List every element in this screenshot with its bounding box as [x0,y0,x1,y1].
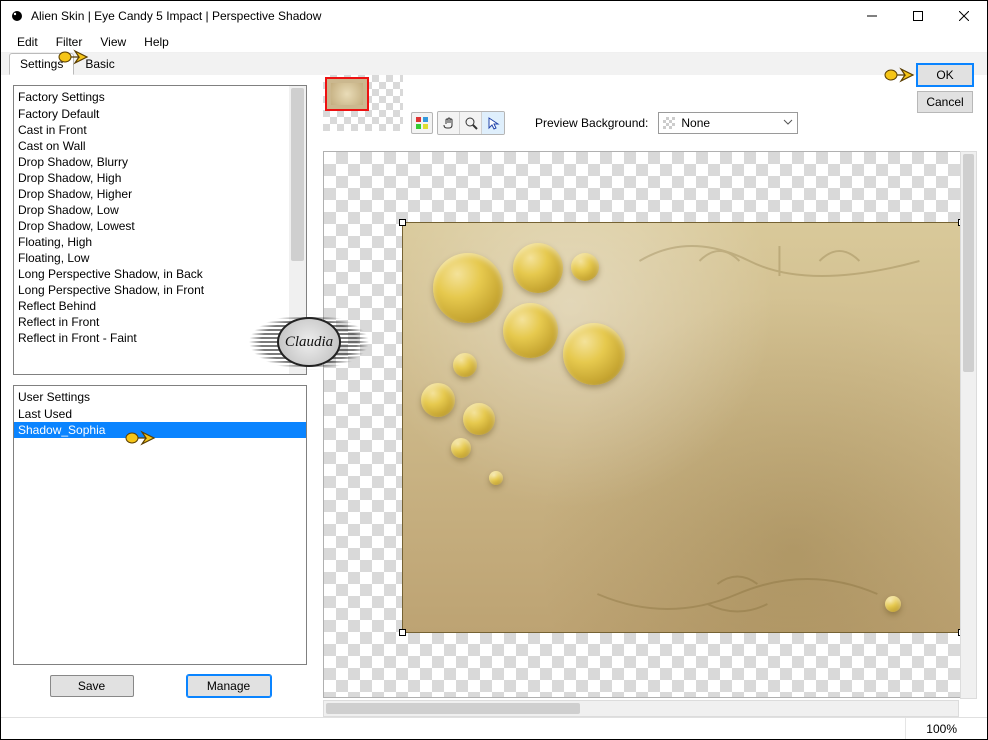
tab-strip: Settings Basic [1,53,987,75]
preview-bg-label: Preview Background: [535,116,648,130]
manage-button[interactable]: Manage [187,675,271,697]
menu-help[interactable]: Help [136,33,177,51]
preview-bubble [453,353,477,377]
pointer-tool[interactable] [482,112,504,134]
resize-handle[interactable] [399,219,406,226]
color-picker-tool[interactable] [411,112,433,134]
preview-bubble [421,383,455,417]
close-button[interactable] [941,1,987,31]
preview-bg-value: None [681,116,710,130]
maximize-icon [913,11,923,21]
list-item[interactable]: Drop Shadow, Lowest [14,218,306,234]
preview-bubble [513,243,563,293]
menu-filter[interactable]: Filter [48,33,91,51]
nav-tools [437,111,505,135]
right-panel: OK Cancel [319,75,987,717]
preview-bubble [433,253,503,323]
app-icon [9,8,25,24]
list-item-selected[interactable]: Shadow_Sophia [14,422,306,438]
preview-bubble [463,403,495,435]
list-item[interactable]: Reflect Behind [14,298,306,314]
preview-bubble [563,323,625,385]
preview-area[interactable] [323,151,977,698]
list-item[interactable]: Drop Shadow, Higher [14,186,306,202]
close-icon [959,11,969,21]
preview-bubble [571,253,599,281]
color-picker-icon [415,116,429,130]
list-item[interactable]: Cast in Front [14,122,306,138]
cursor-icon [486,116,500,130]
resize-handle[interactable] [399,629,406,636]
ornament-bottom [570,564,905,624]
minimize-button[interactable] [849,1,895,31]
list-item[interactable]: Reflect in Front [14,314,306,330]
menu-edit[interactable]: Edit [9,33,46,51]
horizontal-scrollbar[interactable] [323,700,959,717]
preview-bubble [489,471,503,485]
chevron-down-icon [783,116,793,130]
pan-tool[interactable] [438,112,460,134]
magnifier-icon [464,116,478,130]
thumbnail-selected[interactable] [325,77,369,111]
maximize-button[interactable] [895,1,941,31]
preview-toolbar: Preview Background: None [319,75,987,145]
tab-settings[interactable]: Settings [9,53,74,75]
window-title: Alien Skin | Eye Candy 5 Impact | Perspe… [31,9,849,23]
preview-bubble [503,303,558,358]
user-settings-list[interactable]: User Settings Last Used Shadow_Sophia [13,385,307,665]
settings-buttons: Save Manage [13,675,307,697]
left-panel: Factory Settings Factory Default Cast in… [1,75,319,717]
vertical-scrollbar[interactable] [960,151,977,699]
user-settings-header: User Settings [14,388,306,406]
list-item[interactable]: Cast on Wall [14,138,306,154]
list-item[interactable]: Factory Default [14,106,306,122]
tab-basic[interactable]: Basic [74,53,125,75]
zoom-tool[interactable] [460,112,482,134]
status-bar: 100% [1,717,987,739]
list-item[interactable]: Drop Shadow, Blurry [14,154,306,170]
list-item[interactable]: Drop Shadow, Low [14,202,306,218]
preview-canvas[interactable] [402,222,962,633]
list-item[interactable]: Drop Shadow, High [14,170,306,186]
preview-bg-select[interactable]: None [658,112,798,134]
ornament-top [626,231,933,291]
list-item[interactable]: Last Used [14,406,306,422]
list-item[interactable]: Floating, Low [14,250,306,266]
list-item[interactable]: Reflect in Front - Faint [14,330,306,346]
preview-bubble [885,596,901,612]
list-item[interactable]: Floating, High [14,234,306,250]
factory-settings-list[interactable]: Factory Settings Factory Default Cast in… [13,85,307,375]
menu-view[interactable]: View [92,33,134,51]
list-item[interactable]: Long Perspective Shadow, in Back [14,266,306,282]
minimize-icon [867,11,877,21]
list-item[interactable]: Long Perspective Shadow, in Front [14,282,306,298]
preview-bubble [451,438,471,458]
transparency-swatch-icon [663,117,675,129]
thumbnail-strip[interactable] [323,75,403,131]
save-button[interactable]: Save [50,675,134,697]
menu-bar: Edit Filter View Help [1,31,987,53]
title-bar: Alien Skin | Eye Candy 5 Impact | Perspe… [1,1,987,31]
factory-settings-header: Factory Settings [14,88,306,106]
zoom-level: 100% [905,718,977,739]
hand-icon [442,116,456,130]
scrollbar[interactable] [289,86,306,374]
